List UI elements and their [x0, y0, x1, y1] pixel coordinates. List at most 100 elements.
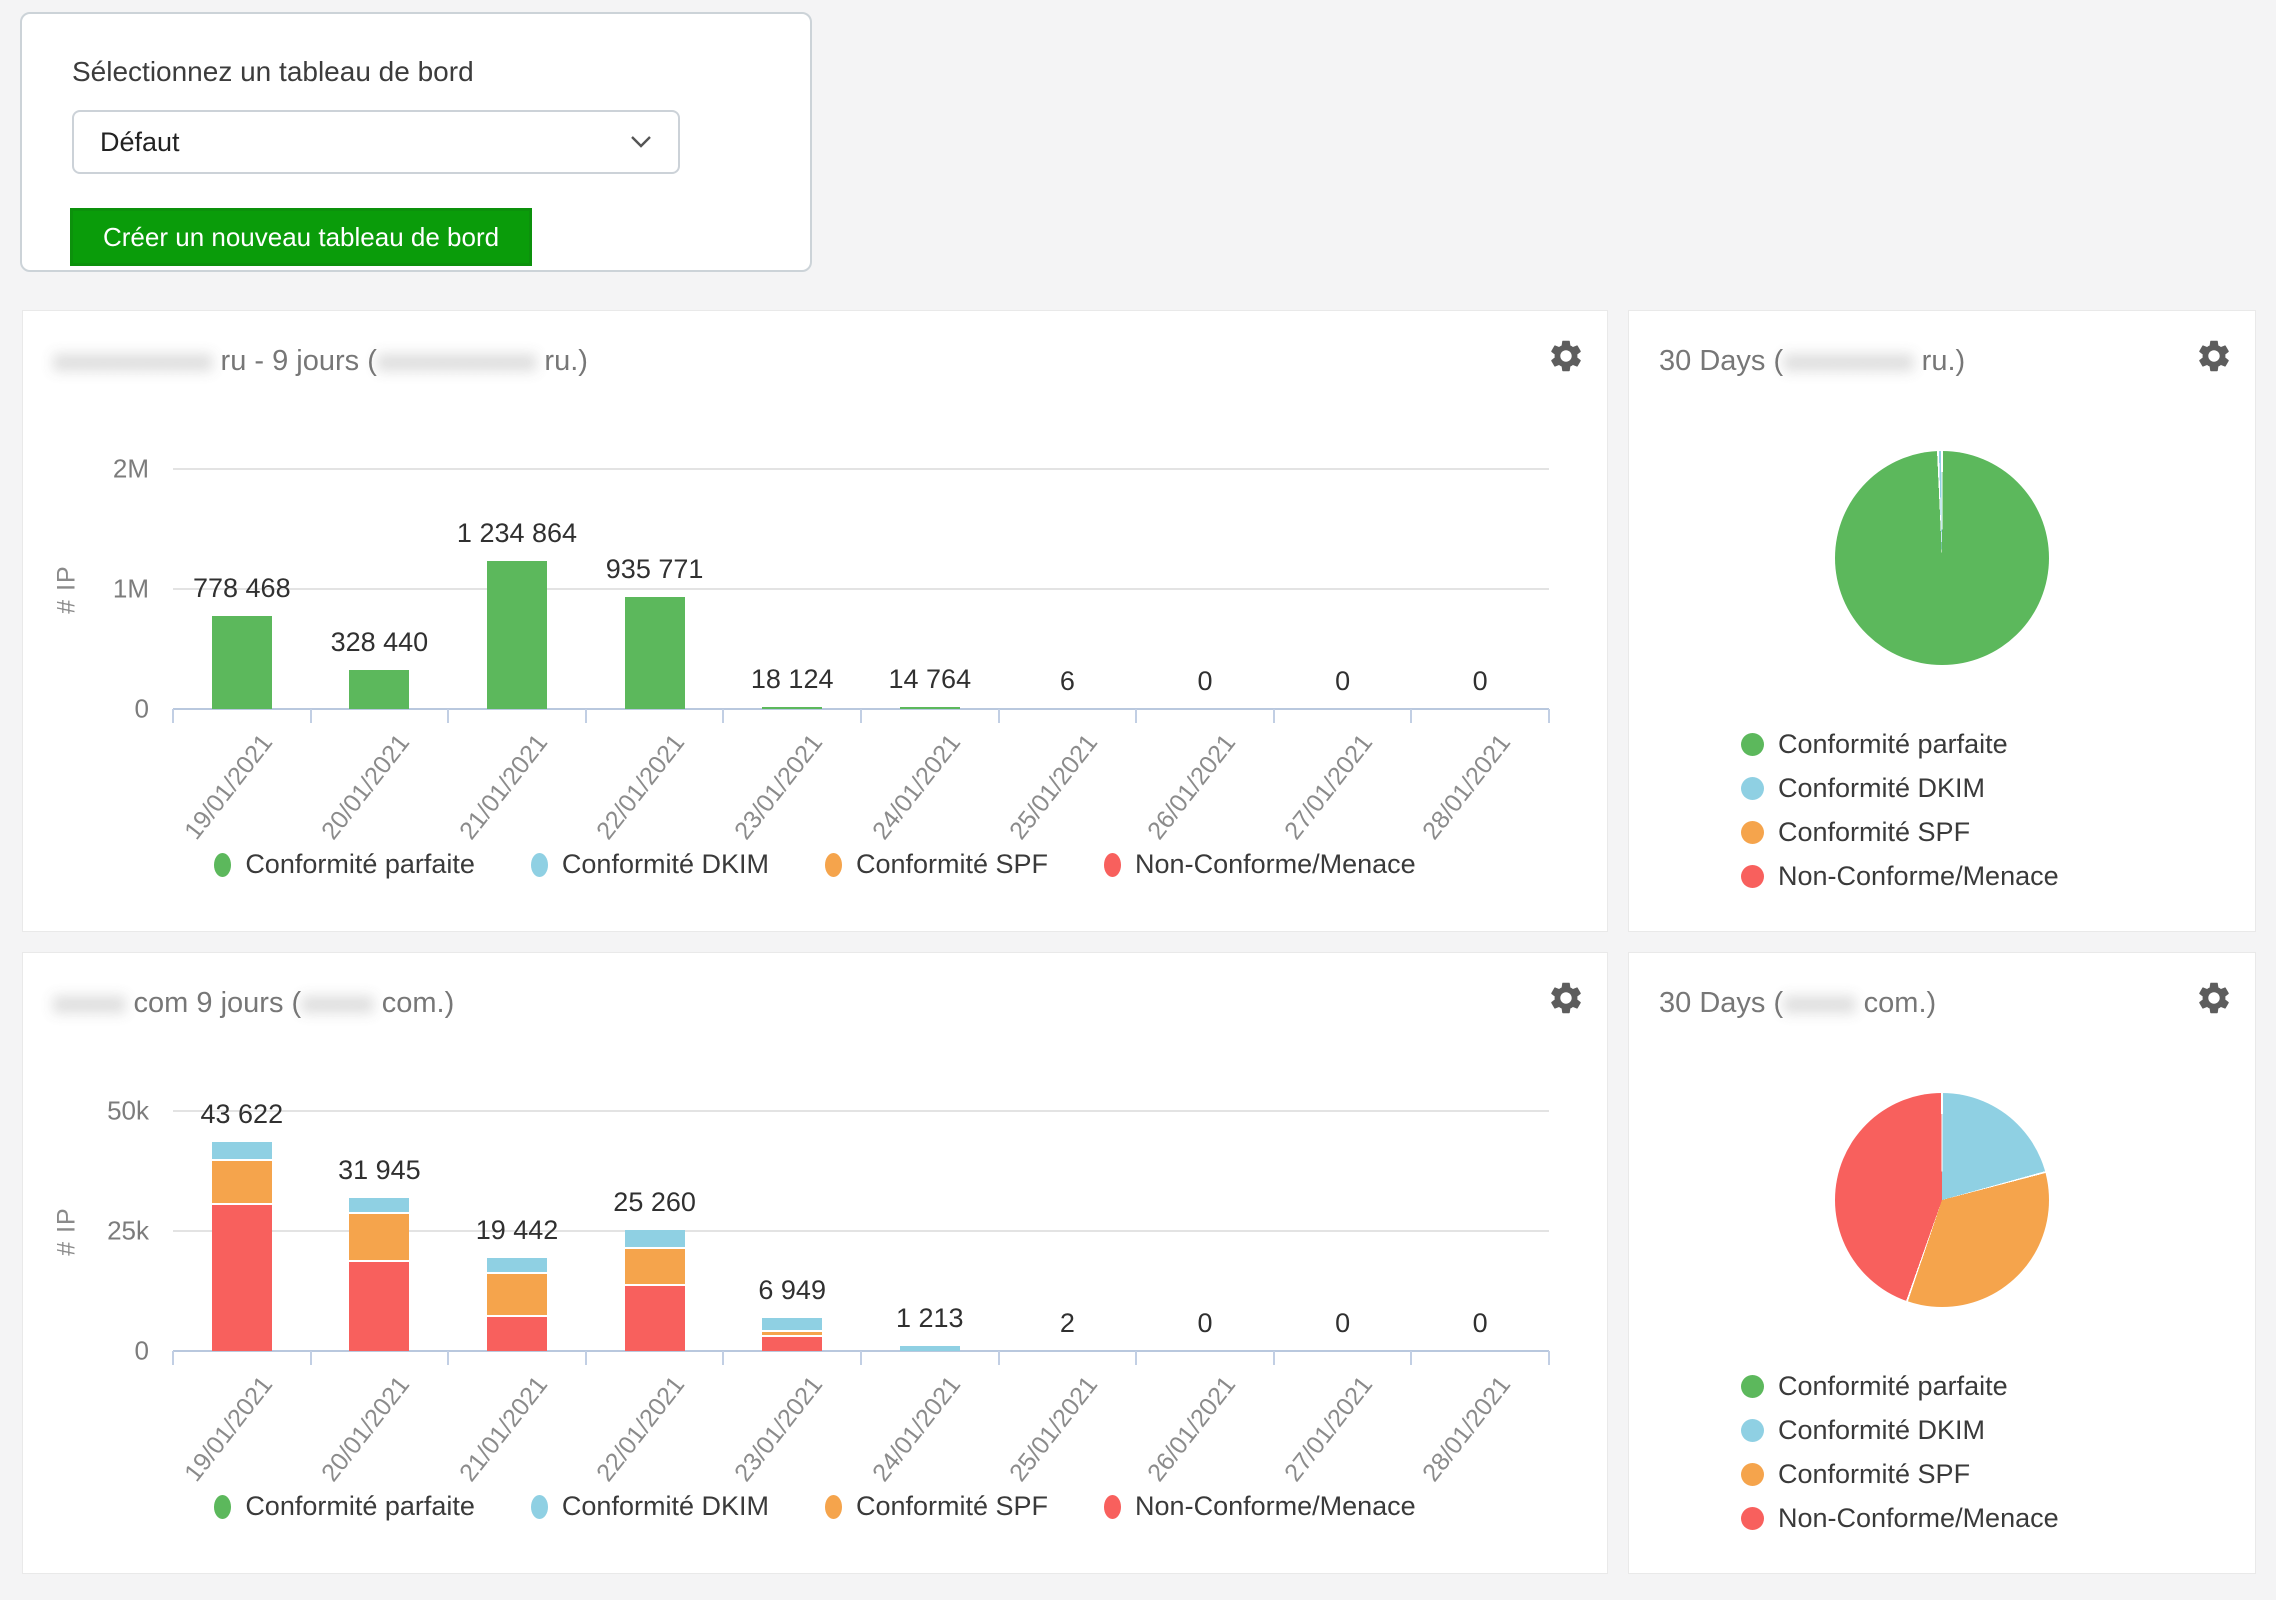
chart-legend: Conformité parfaite Conformité DKIM Confor…	[23, 849, 1607, 880]
legend-item-label: Conformité DKIM	[1778, 773, 1985, 804]
legend-dot-icon	[1741, 1507, 1764, 1530]
x-axis-date-label: 27/01/2021	[1280, 1371, 1380, 1487]
bar[interactable]	[212, 616, 272, 709]
y-axis-tick-label: 2M	[113, 454, 149, 485]
legend-item[interactable]: Non-Conforme/Menace	[1104, 1491, 1416, 1522]
bar[interactable]	[762, 707, 822, 709]
bar-column: 1 234 86421/01/2021	[448, 469, 586, 709]
bar-segment[interactable]	[212, 1161, 272, 1204]
bar-segment[interactable]	[349, 1262, 409, 1351]
y-axis-tick-label: 0	[135, 1336, 149, 1367]
legend-item[interactable]: Conformité DKIM	[531, 1491, 769, 1522]
legend-item[interactable]: Conformité SPF	[1741, 1459, 2059, 1490]
bar-segment[interactable]	[762, 1318, 822, 1332]
create-dashboard-button[interactable]: Créer un nouveau tableau de bord	[70, 208, 532, 266]
card-settings-button[interactable]	[2195, 337, 2233, 375]
legend-item[interactable]: Conformité parfaite	[214, 849, 475, 880]
legend-item[interactable]: Conformité parfaite	[1741, 1371, 2059, 1402]
x-axis-tick	[998, 709, 1000, 723]
card-pie-chart-com: 30 Days (xxxxx com.) Conformité parfaite…	[1628, 952, 2256, 1574]
bar[interactable]	[212, 1142, 272, 1351]
card-title: xxxxxxxxxxx ru - 9 jours (xxxxxxxxxxx ru…	[53, 345, 588, 378]
legend-item[interactable]: Conformité SPF	[1741, 817, 2059, 848]
legend-item[interactable]: Conformité SPF	[825, 849, 1048, 880]
bar[interactable]	[349, 1198, 409, 1351]
legend-dot-icon	[825, 853, 842, 877]
bar-segment[interactable]	[212, 1142, 272, 1162]
legend-item[interactable]: Conformité DKIM	[531, 849, 769, 880]
card-settings-button[interactable]	[2195, 979, 2233, 1017]
dashboard-select[interactable]: Défaut	[72, 110, 680, 174]
y-axis-title: # IP	[49, 1111, 85, 1351]
bar[interactable]	[625, 1230, 685, 1351]
legend-item[interactable]: Non-Conforme/Menace	[1104, 849, 1416, 880]
legend-dot-icon	[531, 853, 548, 877]
x-axis-tick	[1273, 1351, 1275, 1365]
legend-item[interactable]: Non-Conforme/Menace	[1741, 1503, 2059, 1534]
bar-segment[interactable]	[349, 1198, 409, 1215]
y-axis-tick-label: 25k	[107, 1216, 149, 1247]
x-axis-tick	[310, 1351, 312, 1365]
legend-dot-icon	[1741, 1375, 1764, 1398]
bar-segment[interactable]	[487, 561, 547, 709]
bar-segment[interactable]	[625, 1230, 685, 1249]
bar[interactable]	[487, 561, 547, 709]
legend-dot-icon	[1104, 1495, 1121, 1519]
bar[interactable]	[762, 1318, 822, 1351]
bar-chart-plot: 025k50k43 62219/01/202131 94520/01/20211…	[173, 1111, 1549, 1351]
bar-column: 028/01/2021	[1411, 1111, 1549, 1351]
bar-column: 14 76424/01/2021	[861, 469, 999, 709]
bar-segment[interactable]	[625, 1249, 685, 1286]
pie-chart[interactable]	[1835, 451, 2049, 665]
bar-column: 43 62219/01/2021	[173, 1111, 311, 1351]
bar-column: 225/01/2021	[999, 1111, 1137, 1351]
bar-column: 6 94923/01/2021	[723, 1111, 861, 1351]
legend-item-label: Conformité parfaite	[1778, 729, 2008, 760]
bar-segment[interactable]	[349, 1214, 409, 1262]
legend-item[interactable]: Non-Conforme/Menace	[1741, 861, 2059, 892]
legend-item-label: Non-Conforme/Menace	[1135, 1491, 1416, 1522]
legend-item-label: Conformité SPF	[856, 849, 1048, 880]
bar[interactable]	[900, 1346, 960, 1351]
x-axis-tick	[998, 1351, 1000, 1365]
x-axis-date-label: 28/01/2021	[1417, 1371, 1517, 1487]
legend-item[interactable]: Conformité DKIM	[1741, 1415, 2059, 1446]
bar-value-label: 1 234 864	[457, 518, 577, 549]
bar-segment[interactable]	[487, 1317, 547, 1351]
x-axis-date-label: 25/01/2021	[1004, 729, 1104, 845]
bar-segment[interactable]	[212, 616, 272, 709]
bar[interactable]	[349, 670, 409, 709]
bar[interactable]	[487, 1258, 547, 1351]
bar-segment[interactable]	[212, 1205, 272, 1351]
bar-segment[interactable]	[625, 597, 685, 709]
legend-item[interactable]: Conformité parfaite	[1741, 729, 2059, 760]
x-axis-tick	[585, 709, 587, 723]
x-axis-tick	[860, 709, 862, 723]
bar-segment[interactable]	[487, 1274, 547, 1317]
bar-segment[interactable]	[487, 1258, 547, 1275]
card-settings-button[interactable]	[1547, 979, 1585, 1017]
card-bar-chart-ru: xxxxxxxxxxx ru - 9 jours (xxxxxxxxxxx ru…	[22, 310, 1608, 932]
bar-segment[interactable]	[349, 670, 409, 709]
bar-segment[interactable]	[900, 707, 960, 709]
legend-item[interactable]: Conformité parfaite	[214, 1491, 475, 1522]
bar-segment[interactable]	[900, 1346, 960, 1351]
card-settings-button[interactable]	[1547, 337, 1585, 375]
bar-segment[interactable]	[762, 1337, 822, 1351]
bar-column: 778 46819/01/2021	[173, 469, 311, 709]
legend-item[interactable]: Conformité DKIM	[1741, 773, 2059, 804]
legend-item-label: Conformité DKIM	[562, 1491, 769, 1522]
bar-value-label: 328 440	[331, 627, 429, 658]
bar-column: 18 12423/01/2021	[723, 469, 861, 709]
bar-value-label: 6	[1060, 666, 1075, 697]
bar[interactable]	[900, 707, 960, 709]
y-axis-title: # IP	[49, 469, 85, 709]
bar-segment[interactable]	[762, 707, 822, 709]
legend-item-label: Conformité SPF	[856, 1491, 1048, 1522]
bar-segment[interactable]	[625, 1286, 685, 1351]
legend-item[interactable]: Conformité SPF	[825, 1491, 1048, 1522]
pie-chart[interactable]	[1835, 1093, 2049, 1307]
bar-value-label: 0	[1335, 1308, 1350, 1339]
legend-item-label: Non-Conforme/Menace	[1778, 861, 2059, 892]
bar[interactable]	[625, 597, 685, 709]
